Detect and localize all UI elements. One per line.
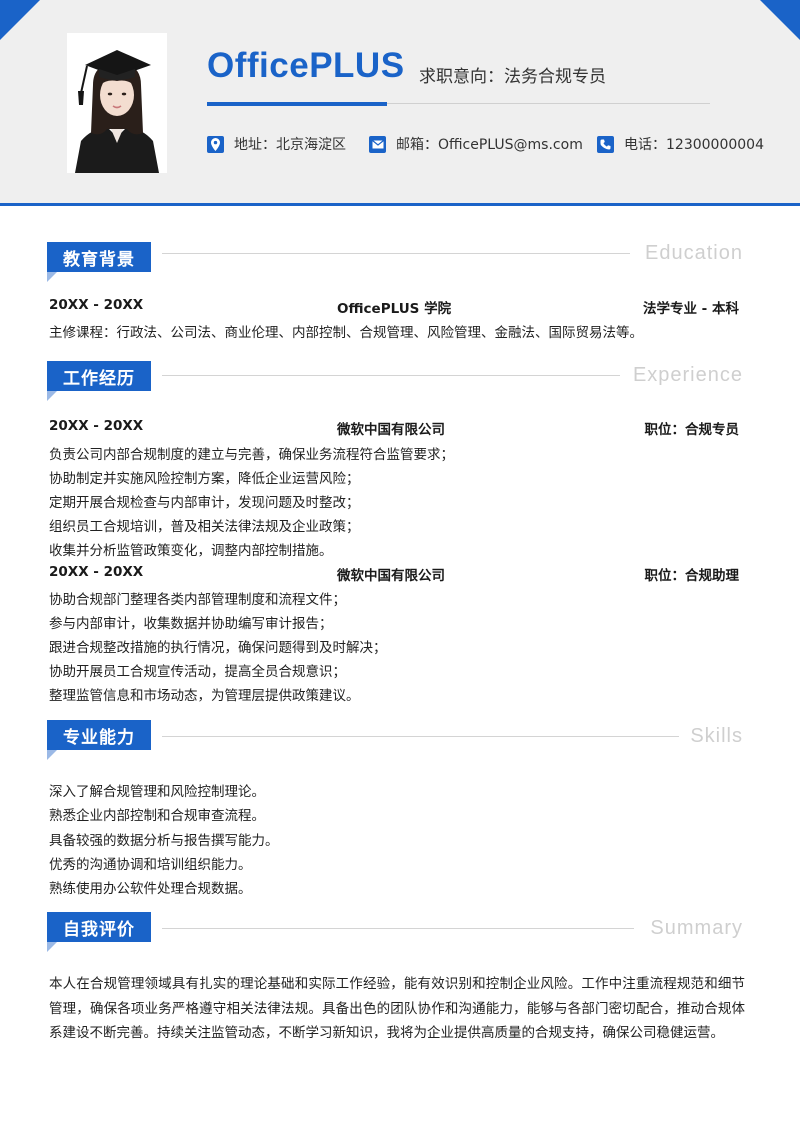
skill-item: 优秀的沟通协调和培训组织能力。: [49, 857, 252, 873]
section-tab-decoration: [47, 391, 57, 401]
education-period: 20XX - 20XX: [49, 297, 144, 313]
job-duty: 定期开展合规检查与内部审计，发现问题及时整改；: [49, 495, 360, 511]
section-title-en-work: Experience: [632, 364, 743, 386]
contact-email-text: 邮箱：OfficePLUS@ms.com: [396, 137, 583, 153]
contact-address: 地址：北京海淀区: [207, 134, 346, 154]
education-courses: 主修课程：行政法、公司法、商业伦理、内部控制、合规管理、风险管理、金融法、国际贸…: [49, 325, 643, 341]
skill-item: 深入了解合规管理和风险控制理论。: [49, 784, 265, 800]
job-entry: 20XX - 20XX 微软中国有限公司 职位：合规助理: [49, 564, 739, 584]
header-divider: [387, 103, 710, 104]
job-duty: 组织员工合规培训，普及相关法律法规及企业政策；: [49, 519, 360, 535]
summary-text: 本人在合规管理领域具有扎实的理论基础和实际工作经验，能有效识别和控制企业风险。工…: [49, 976, 745, 1041]
contact-email: 邮箱：OfficePLUS@ms.com: [369, 134, 583, 154]
job-duty: 负责公司内部合规制度的建立与完善，确保业务流程符合监管要求；: [49, 447, 454, 463]
job-period: 20XX - 20XX: [49, 564, 144, 580]
contact-address-text: 地址：北京海淀区: [234, 137, 346, 153]
job-duty: 协助制定并实施风险控制方案，降低企业运营风险；: [49, 471, 360, 487]
skill-item: 熟练使用办公软件处理合规数据。: [49, 881, 252, 897]
education-entry: 20XX - 20XX OfficePLUS 学院 法学专业 - 本科: [49, 297, 739, 317]
section-title-en-skills: Skills: [690, 725, 743, 747]
section-divider-work: [162, 375, 620, 376]
job-duty: 参与内部审计，收集数据并协助编写审计报告；: [49, 616, 333, 632]
job-duty: 收集并分析监管政策变化，调整内部控制措施。: [49, 543, 333, 559]
skill-item: 熟悉企业内部控制和合规审查流程。: [49, 808, 265, 824]
section-divider-education: [162, 253, 630, 254]
job-company: 微软中国有限公司: [337, 568, 445, 584]
resume-header: OfficePLUS 求职意向：法务合规专员 地址：北京海淀区 邮箱：Offic…: [0, 0, 800, 206]
section-tab-decoration: [47, 942, 57, 952]
profile-photo: [67, 33, 167, 173]
education-school: OfficePLUS 学院: [337, 301, 452, 317]
mail-icon: [369, 135, 386, 153]
job-position: 职位：合规专员: [644, 422, 740, 438]
section-title-work: 工作经历: [47, 361, 151, 391]
job-entry: 20XX - 20XX 微软中国有限公司 职位：合规专员: [49, 418, 739, 438]
location-icon: [207, 135, 224, 153]
corner-decoration-left: [0, 0, 40, 40]
education-major: 法学专业 - 本科: [642, 301, 739, 317]
candidate-name: OfficePLUS: [207, 46, 405, 85]
section-title-en-education: Education: [645, 242, 743, 264]
section-title-summary: 自我评价: [47, 912, 151, 942]
section-divider-skills: [162, 736, 679, 737]
name-underline: [207, 102, 387, 106]
job-position: 职位：合规助理: [644, 568, 740, 584]
section-tab-decoration: [47, 750, 57, 760]
skill-item: 具备较强的数据分析与报告撰写能力。: [49, 833, 279, 849]
corner-decoration-right: [760, 0, 800, 40]
job-duty: 协助合规部门整理各类内部管理制度和流程文件；: [49, 592, 346, 608]
job-duty: 跟进合规整改措施的执行情况，确保问题得到及时解决；: [49, 640, 387, 656]
job-period: 20XX - 20XX: [49, 418, 144, 434]
contact-phone-text: 电话：12300000004: [624, 137, 764, 153]
contact-phone: 电话：12300000004: [597, 134, 764, 154]
section-divider-summary: [162, 928, 634, 929]
phone-icon: [597, 135, 614, 153]
section-tab-decoration: [47, 272, 57, 282]
section-title-en-summary: Summary: [650, 917, 743, 939]
job-intent: 求职意向：法务合规专员: [419, 67, 606, 87]
job-duty: 整理监管信息和市场动态，为管理层提供政策建议。: [49, 688, 360, 704]
section-title-education: 教育背景: [47, 242, 151, 272]
job-company: 微软中国有限公司: [337, 422, 445, 438]
job-duty: 协助开展员工合规宣传活动，提高全员合规意识；: [49, 664, 346, 680]
section-title-skills: 专业能力: [47, 720, 151, 750]
